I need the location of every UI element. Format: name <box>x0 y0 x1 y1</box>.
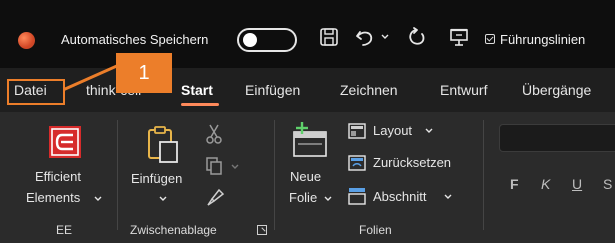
paste-chevron-down-icon[interactable] <box>158 195 168 203</box>
save-icon[interactable] <box>318 26 340 48</box>
section-label[interactable]: Abschnitt <box>373 189 426 204</box>
new-slide-chevron-down-icon[interactable] <box>323 195 333 203</box>
group-label-slides: Folien <box>359 223 392 237</box>
underline-button[interactable]: U <box>572 176 582 192</box>
efficient-elements-label-1[interactable]: Efficient <box>35 169 81 184</box>
copy-chevron-down-icon[interactable] <box>230 163 240 171</box>
fuehrungslinien-label: Führungslinien <box>500 32 586 47</box>
fuehrungslinien-checkbox[interactable] <box>485 34 495 44</box>
group-label-ee: EE <box>56 223 73 237</box>
group-separator <box>483 120 484 230</box>
paste-label[interactable]: Einfügen <box>131 171 182 186</box>
annotation-number-badge: 1 <box>116 53 172 93</box>
autosave-label: Automatisches Speichern <box>61 32 209 47</box>
tab-zeichnen[interactable]: Zeichnen <box>340 82 398 98</box>
clipboard-dialog-launcher-icon[interactable] <box>257 225 267 235</box>
group-label-clipboard: Zwischenablage <box>130 223 217 237</box>
bold-button[interactable]: F <box>510 176 519 192</box>
italic-button[interactable]: K <box>541 176 550 192</box>
autosave-toggle[interactable] <box>237 28 297 52</box>
section-icon[interactable] <box>347 186 367 206</box>
layout-icon[interactable] <box>347 122 367 140</box>
active-tab-indicator <box>181 103 219 106</box>
annotation-highlight-box <box>7 79 65 105</box>
group-separator <box>117 120 118 230</box>
section-chevron-down-icon[interactable] <box>443 193 453 201</box>
cut-scissors-icon[interactable] <box>205 123 223 145</box>
layout-label[interactable]: Layout <box>373 123 412 138</box>
strikethrough-button[interactable]: S <box>603 176 612 192</box>
reset-slide-icon[interactable] <box>347 154 367 172</box>
copy-icon[interactable] <box>205 156 223 176</box>
tab-start[interactable]: Start <box>181 82 213 98</box>
undo-dropdown-chevron-icon[interactable] <box>380 32 390 42</box>
new-slide-icon[interactable] <box>288 120 330 160</box>
tab-entwurf[interactable]: Entwurf <box>440 82 487 98</box>
reset-label[interactable]: Zurücksetzen <box>373 155 451 170</box>
redo-icon[interactable] <box>406 26 428 48</box>
layout-chevron-down-icon[interactable] <box>424 127 434 135</box>
chevron-down-icon[interactable] <box>93 195 103 203</box>
undo-icon[interactable] <box>354 26 376 48</box>
paste-clipboard-icon[interactable] <box>146 124 180 164</box>
format-painter-brush-icon[interactable] <box>205 188 225 208</box>
efficient-elements-label-2[interactable]: Elements <box>26 190 80 205</box>
group-separator <box>274 120 275 230</box>
new-slide-label-2[interactable]: Folie <box>289 190 317 205</box>
efficient-elements-icon[interactable] <box>47 124 83 160</box>
new-slide-label-1[interactable]: Neue <box>290 169 321 184</box>
powerpoint-logo-icon <box>18 32 35 49</box>
tab-uebergaenge[interactable]: Übergänge <box>522 82 591 98</box>
tab-einfuegen[interactable]: Einfügen <box>245 82 300 98</box>
font-name-combobox[interactable] <box>499 124 615 152</box>
presentation-icon[interactable] <box>448 26 470 48</box>
toggle-knob <box>243 33 257 47</box>
